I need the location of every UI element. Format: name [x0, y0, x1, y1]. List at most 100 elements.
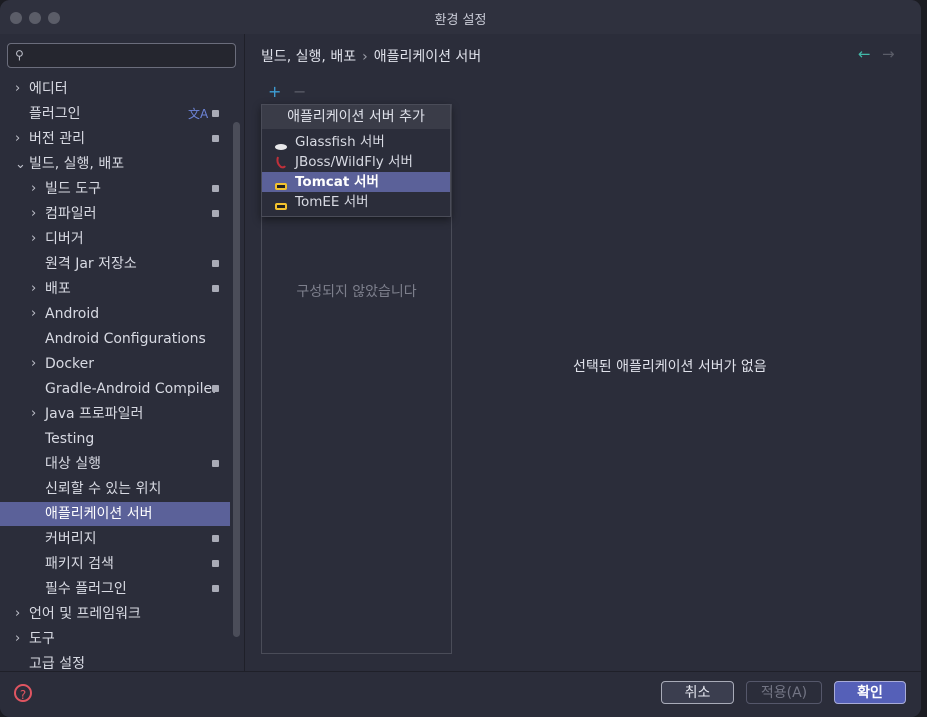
sidebar-item-label: Testing	[45, 431, 95, 447]
sidebar-item[interactable]: › 버전 관리	[0, 127, 230, 151]
chevron-right-icon[interactable]: ›	[31, 227, 36, 251]
project-scope-icon	[212, 460, 219, 467]
jboss-icon	[274, 155, 287, 169]
chevron-right-icon[interactable]: ›	[31, 302, 36, 326]
chevron-right-icon[interactable]: ›	[31, 352, 36, 376]
add-server-button[interactable]: +	[268, 82, 281, 101]
sidebar-item[interactable]: › Docker	[0, 352, 230, 376]
back-arrow-icon[interactable]: ←	[858, 45, 871, 63]
sidebar-item-label: 패키지 검색	[45, 556, 114, 572]
sidebar-item[interactable]: › Android	[0, 302, 230, 326]
sidebar-item[interactable]: 원격 Jar 저장소	[0, 252, 230, 276]
sidebar-item[interactable]: 플러그인 文A	[0, 102, 230, 126]
popup-item-label: Glassfish 서버	[295, 134, 385, 150]
sidebar-item-label: 커버리지	[45, 531, 97, 547]
popup-item[interactable]: Tomcat 서버	[262, 172, 450, 192]
chevron-down-icon[interactable]: ⌄	[15, 153, 26, 177]
sidebar-item[interactable]: 애플리케이션 서버	[0, 502, 230, 526]
title-bar: 환경 설정	[0, 0, 921, 34]
popup-title: 애플리케이션 서버 추가	[262, 105, 450, 129]
forward-arrow-icon[interactable]: →	[882, 45, 895, 63]
chevron-right-icon[interactable]: ›	[15, 77, 20, 101]
sidebar-item-label: 배포	[45, 281, 71, 297]
help-button[interactable]: ?	[14, 684, 32, 702]
sidebar-item[interactable]: Android Configurations	[0, 327, 230, 351]
sidebar-scrollbar[interactable]	[233, 122, 240, 637]
sidebar-item-label: 고급 설정	[29, 656, 85, 671]
apply-button[interactable]: 적용(A)	[746, 681, 822, 704]
glassfish-icon	[274, 137, 287, 150]
sidebar-item[interactable]: 필수 플러그인	[0, 577, 230, 601]
sidebar-item[interactable]: › 도구	[0, 627, 230, 651]
project-scope-icon	[212, 585, 219, 592]
chevron-right-icon[interactable]: ›	[15, 627, 20, 651]
chevron-right-icon[interactable]: ›	[31, 402, 36, 426]
project-scope-icon	[212, 110, 219, 117]
breadcrumb-item-build[interactable]: 빌드, 실행, 배포	[261, 49, 356, 65]
project-scope-icon	[212, 385, 219, 392]
project-scope-icon	[212, 560, 219, 567]
chevron-right-icon[interactable]: ›	[31, 277, 36, 301]
popup-item[interactable]: TomEE 서버	[262, 192, 450, 212]
sidebar-item-label: Java 프로파일러	[45, 406, 144, 422]
project-scope-icon	[212, 185, 219, 192]
popup-item-label: TomEE 서버	[295, 194, 369, 210]
window-title: 환경 설정	[434, 13, 487, 28]
popup-item[interactable]: JBoss/WildFly 서버	[262, 152, 450, 172]
sidebar-item[interactable]: Testing	[0, 427, 230, 451]
settings-window: 환경 설정 ⚲ › 에디터 플러그인 文A › 버전 관리 ⌄ 빌드, 실행, 배포 › 빌드 도…	[0, 0, 921, 717]
sidebar-item-label: 에디터	[29, 81, 68, 97]
ok-button[interactable]: 확인	[834, 681, 906, 704]
add-server-popup: 애플리케이션 서버 추가 Glassfish 서버 JBoss/WildFly 서…	[261, 104, 451, 217]
chevron-right-icon[interactable]: ›	[31, 202, 36, 226]
settings-sidebar: ⚲ › 에디터 플러그인 文A › 버전 관리 ⌄ 빌드, 실행, 배포 › 빌드 도구 › 컴파일러…	[0, 34, 245, 671]
chevron-right-icon[interactable]: ›	[15, 127, 20, 151]
chevron-right-icon[interactable]: ›	[31, 177, 36, 201]
sidebar-item[interactable]: 커버리지	[0, 527, 230, 551]
empty-detail-text: 선택된 애플리케이션 서버가 없음	[573, 359, 767, 375]
sidebar-item-label: Docker	[45, 356, 95, 372]
sidebar-item[interactable]: 고급 설정	[0, 652, 230, 671]
sidebar-item-label: 애플리케이션 서버	[45, 506, 153, 522]
breadcrumb-item-app-servers: 애플리케이션 서버	[373, 49, 482, 65]
empty-list-text: 구성되지 않았습니다	[296, 284, 417, 300]
sidebar-item[interactable]: › 컴파일러	[0, 202, 230, 226]
tomee-icon	[274, 197, 287, 210]
sidebar-item[interactable]: 대상 실행	[0, 452, 230, 476]
sidebar-item-label: 플러그인	[29, 106, 81, 122]
sidebar-item[interactable]: 신뢰할 수 있는 위치	[0, 477, 230, 501]
sidebar-item[interactable]: 패키지 검색	[0, 552, 230, 576]
project-scope-icon	[212, 260, 219, 267]
sidebar-item[interactable]: › 빌드 도구	[0, 177, 230, 201]
sidebar-item-label: 필수 플러그인	[45, 581, 127, 597]
translate-icon: 文A	[188, 107, 209, 121]
sidebar-item-label: 도구	[29, 631, 55, 647]
tomcat-icon	[274, 177, 287, 190]
cancel-button[interactable]: 취소	[661, 681, 734, 704]
project-scope-icon	[212, 135, 219, 142]
sidebar-item-label: 버전 관리	[29, 131, 85, 147]
dialog-footer: ? 취소 적용(A) 확인	[0, 671, 921, 717]
sidebar-item[interactable]: Gradle-Android Compiler	[0, 377, 230, 401]
sidebar-item[interactable]: › 에디터	[0, 77, 230, 101]
sidebar-item-label: 언어 및 프레임워크	[29, 606, 141, 622]
search-input[interactable]: ⚲	[7, 43, 236, 68]
sidebar-item-label: 빌드, 실행, 배포	[29, 156, 125, 172]
popup-item[interactable]: Glassfish 서버	[262, 132, 450, 152]
project-scope-icon	[212, 210, 219, 217]
sidebar-item-label: 원격 Jar 저장소	[45, 256, 137, 272]
remove-server-button[interactable]: −	[293, 82, 306, 101]
sidebar-item-label: Android Configurations	[45, 331, 206, 347]
sidebar-item[interactable]: › 배포	[0, 277, 230, 301]
breadcrumb-separator: ›	[362, 49, 368, 65]
sidebar-item[interactable]: ⌄ 빌드, 실행, 배포	[0, 152, 230, 176]
sidebar-item-label: 컴파일러	[45, 206, 97, 222]
popup-item-label: JBoss/WildFly 서버	[295, 154, 413, 170]
sidebar-item[interactable]: › 디버거	[0, 227, 230, 251]
popup-item-label: Tomcat 서버	[295, 174, 379, 190]
sidebar-item-label: Android	[45, 306, 100, 322]
sidebar-item[interactable]: › Java 프로파일러	[0, 402, 230, 426]
chevron-right-icon[interactable]: ›	[15, 602, 20, 626]
sidebar-item-label: 대상 실행	[45, 456, 101, 472]
sidebar-item[interactable]: › 언어 및 프레임워크	[0, 602, 230, 626]
